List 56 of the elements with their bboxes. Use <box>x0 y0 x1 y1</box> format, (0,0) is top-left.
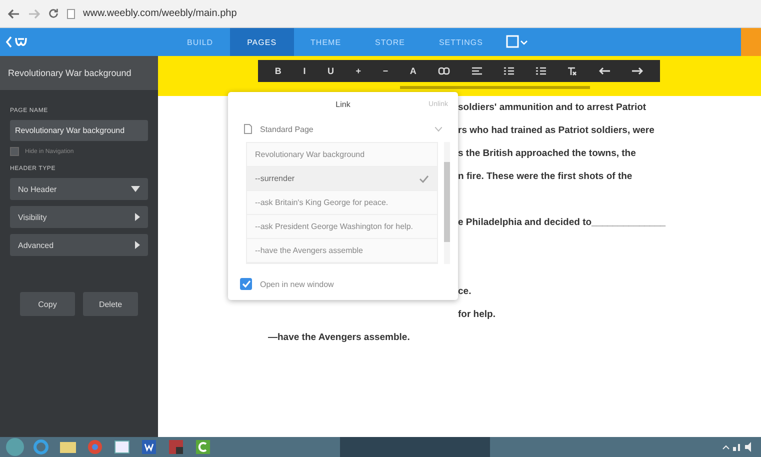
document-icon[interactable] <box>139 439 159 455</box>
document-text: s the British approached the towns, the <box>458 148 636 159</box>
toolbar-button[interactable]: − <box>382 66 388 76</box>
sidebar-title: Revolutionary War background <box>0 56 158 90</box>
scrollbar[interactable] <box>444 142 450 264</box>
page-option[interactable]: --ask Britain's King George for peace. <box>247 191 437 215</box>
page-option[interactable]: --surrender <box>247 167 437 191</box>
device-icon[interactable] <box>506 35 528 49</box>
toolbar-button[interactable]: B <box>274 66 282 76</box>
document-text: —have the Avengers assemble. <box>268 332 410 343</box>
checkbox-label: Open in new window <box>260 280 334 288</box>
section-toggle[interactable]: Advanced <box>10 234 148 256</box>
page-icon <box>244 124 252 134</box>
left-arrow-icon[interactable] <box>599 67 610 75</box>
checkbox[interactable] <box>240 278 252 290</box>
section-toggle[interactable]: Visibility <box>10 206 148 228</box>
sidebar-button[interactable]: Copy <box>20 292 75 316</box>
address-bar[interactable]: www.weebly.com/weebly/main.php <box>83 8 237 19</box>
toolbar-button[interactable]: + <box>356 66 362 76</box>
folder-icon[interactable] <box>58 439 78 455</box>
nav-tab[interactable]: PAGES <box>230 28 294 56</box>
right-arrow-icon[interactable] <box>632 67 643 75</box>
caret-icon <box>435 126 442 132</box>
toolbar-button[interactable]: U <box>328 66 334 76</box>
window-icon[interactable] <box>112 439 132 455</box>
app-icon[interactable] <box>193 439 213 455</box>
popup-title: Link <box>336 100 350 108</box>
toolbar-button[interactable]: I <box>303 66 306 76</box>
expand-icon <box>135 241 140 249</box>
start-button[interactable] <box>6 438 24 456</box>
page-option[interactable]: --ask President George Washington for help. <box>247 215 437 239</box>
clear-format-icon[interactable] <box>567 66 578 76</box>
page-name-field[interactable]: Revolutionary War background <box>10 120 148 141</box>
reload-icon[interactable] <box>48 8 59 19</box>
list-icon[interactable] <box>504 67 514 75</box>
document-text: e Philadelphia and decided to______________ <box>458 217 666 228</box>
dropdown-caret-icon <box>131 186 140 192</box>
document-text: for help. <box>458 309 496 320</box>
document-text: soldiers' ammunition and to arrest Patriot <box>458 102 646 113</box>
checkmark-icon <box>419 174 429 182</box>
list-icon[interactable] <box>536 67 546 75</box>
expand-icon <box>135 213 140 221</box>
align-icon[interactable] <box>472 67 482 75</box>
back-icon[interactable] <box>8 8 20 18</box>
page-option[interactable]: --have the Avengers assemble <box>247 239 437 263</box>
page-icon <box>67 8 75 18</box>
toolbar-button[interactable]: A <box>410 66 416 76</box>
header-type-dropdown[interactable]: No Header <box>10 178 148 200</box>
link-icon[interactable] <box>438 67 450 75</box>
checkbox[interactable] <box>10 147 19 156</box>
sidebar-button[interactable]: Delete <box>83 292 138 316</box>
link-type-dropdown[interactable]: Standard Page <box>240 120 446 138</box>
document-text: rs who had trained as Patriot soldiers, were <box>458 125 654 136</box>
app-icon[interactable] <box>166 439 186 455</box>
document-text: ce. <box>458 286 472 297</box>
document-text: n fire. These were the first shots of the <box>458 171 632 182</box>
